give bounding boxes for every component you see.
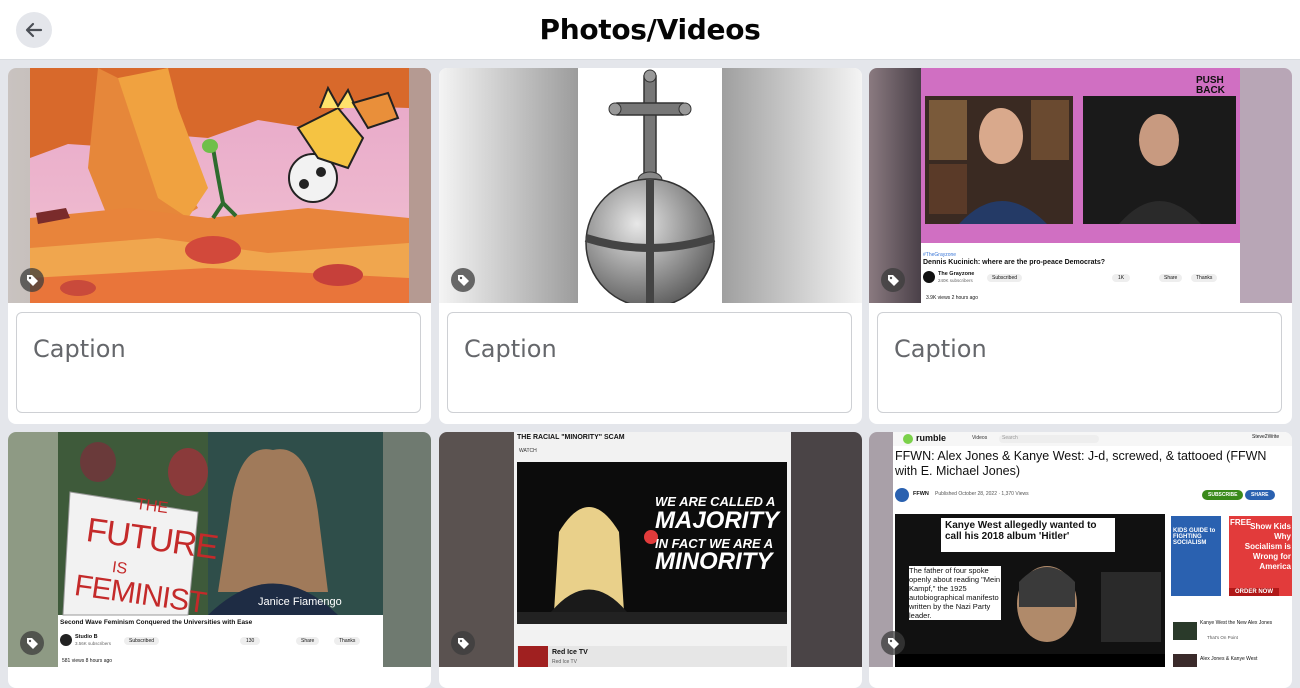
ad-book-title: KIDS GUIDE to FIGHTING SOCIALISM (1173, 528, 1216, 546)
page-heading: THE RACIAL "MINORITY" SCAM (517, 434, 625, 441)
video-views: 3.9K views 2 hours ago (926, 295, 978, 301)
caption-input[interactable]: Caption (16, 312, 421, 413)
video-title: Second Wave Feminism Conquered the Unive… (60, 619, 253, 626)
subscribed-button[interactable]: Subscribed (124, 637, 160, 645)
channel-name: The Grayzone (938, 271, 975, 277)
related-video-channel: That's On Point (1207, 635, 1238, 640)
tag-button[interactable] (881, 631, 905, 655)
thanks-button[interactable]: Thanks (334, 637, 361, 645)
tag-icon (26, 637, 38, 649)
media-card: Caption (8, 68, 431, 424)
media-thumbnail[interactable]: PUSH BACK #TheGrayzone Dennis Kucinich: … (869, 68, 1292, 303)
channel-avatar (923, 271, 935, 283)
video-text-line-4: MINORITY (655, 548, 773, 575)
tag-button[interactable] (20, 631, 44, 655)
tag-button[interactable] (451, 631, 475, 655)
media-thumbnail[interactable]: THE RACIAL "MINORITY" SCAM WATCH WE ARE … (439, 432, 862, 667)
share-button[interactable]: Share (1159, 274, 1183, 282)
watch-label: WATCH (519, 448, 537, 454)
related-video-title: Alex Jones & Kanye West (1200, 656, 1258, 662)
tag-icon (887, 274, 899, 286)
media-thumbnail[interactable]: rumble Videos Search Steve2Write FFWN: A… (869, 432, 1292, 667)
videos-menu[interactable]: Videos (972, 435, 987, 441)
video-views: 581 views 8 hours ago (62, 658, 113, 664)
subscribe-button[interactable]: SUBSCRIBE (1202, 490, 1244, 500)
tag-button[interactable] (20, 268, 44, 292)
article-title: Kanye West allegedly wanted to call his … (945, 520, 1097, 542)
page-title: Photos/Videos (539, 13, 761, 46)
presenter-name: Janice Fiamengo (258, 596, 342, 608)
user-name[interactable]: Steve2Write (1252, 434, 1279, 440)
video-headline: FFWN: Alex Jones & Kanye West: J-d, scre… (895, 449, 1267, 478)
like-count[interactable]: 130 (240, 637, 261, 645)
tag-icon (887, 637, 899, 649)
ad-text: Show Kids Why Socialism is Wrong for Ame… (1244, 522, 1291, 571)
channel-avatar (895, 488, 909, 502)
search-input[interactable]: Search (1002, 435, 1018, 441)
channel-subscribers: 3.56K subscribers (75, 641, 112, 646)
subscribed-button[interactable]: Subscribed (987, 274, 1023, 282)
share-button[interactable]: SHARE (1245, 490, 1275, 500)
like-count[interactable]: 1K (1112, 274, 1131, 282)
site-name: rumble (916, 433, 947, 443)
video-title: Dennis Kucinich: where are the pro-peace… (923, 259, 1106, 266)
ad-order-button[interactable]: ORDER NOW (1229, 588, 1279, 596)
tag-button[interactable] (881, 268, 905, 292)
video-hashtag: #TheGrayzone (923, 252, 957, 258)
media-card: THE FUTURE IS FEMINIST Janice Fiamengo S… (8, 432, 431, 688)
channel-name: Red Ice TV (552, 649, 588, 656)
channel-subscribers: 240K subscribers (938, 278, 973, 283)
caption-input[interactable]: Caption (447, 312, 852, 413)
channel-subtitle: Red Ice TV (552, 659, 577, 665)
video-text-line-2: MAJORITY (655, 507, 780, 534)
related-video-title: Kanye West the New Alex Jones (1200, 620, 1273, 626)
media-thumbnail[interactable] (439, 68, 862, 303)
article-body: The father of four spoke openly about re… (909, 566, 1001, 620)
header-bar: Photos/Videos (0, 0, 1300, 60)
tag-button[interactable] (451, 268, 475, 292)
published-info: Published October 28, 2022 · 1,370 Views (935, 491, 1029, 497)
tag-icon (26, 274, 38, 286)
thanks-button[interactable]: Thanks (1191, 274, 1218, 282)
channel-name: Studio B (75, 634, 98, 640)
media-thumbnail[interactable] (8, 68, 431, 303)
media-card: PUSH BACK #TheGrayzone Dennis Kucinich: … (869, 68, 1292, 424)
media-thumbnail[interactable]: THE FUTURE IS FEMINIST Janice Fiamengo S… (8, 432, 431, 667)
tag-icon (457, 637, 469, 649)
channel-avatar (60, 634, 72, 646)
channel-name: FFWN (913, 491, 929, 497)
tag-icon (457, 274, 469, 286)
share-button[interactable]: Share (296, 637, 320, 645)
pushback-logo: PUSH BACK (1196, 75, 1225, 96)
caption-input[interactable]: Caption (877, 312, 1282, 413)
media-card: rumble Videos Search Steve2Write FFWN: A… (869, 432, 1292, 688)
media-card: Caption (439, 68, 862, 424)
media-card: THE RACIAL "MINORITY" SCAM WATCH WE ARE … (439, 432, 862, 688)
